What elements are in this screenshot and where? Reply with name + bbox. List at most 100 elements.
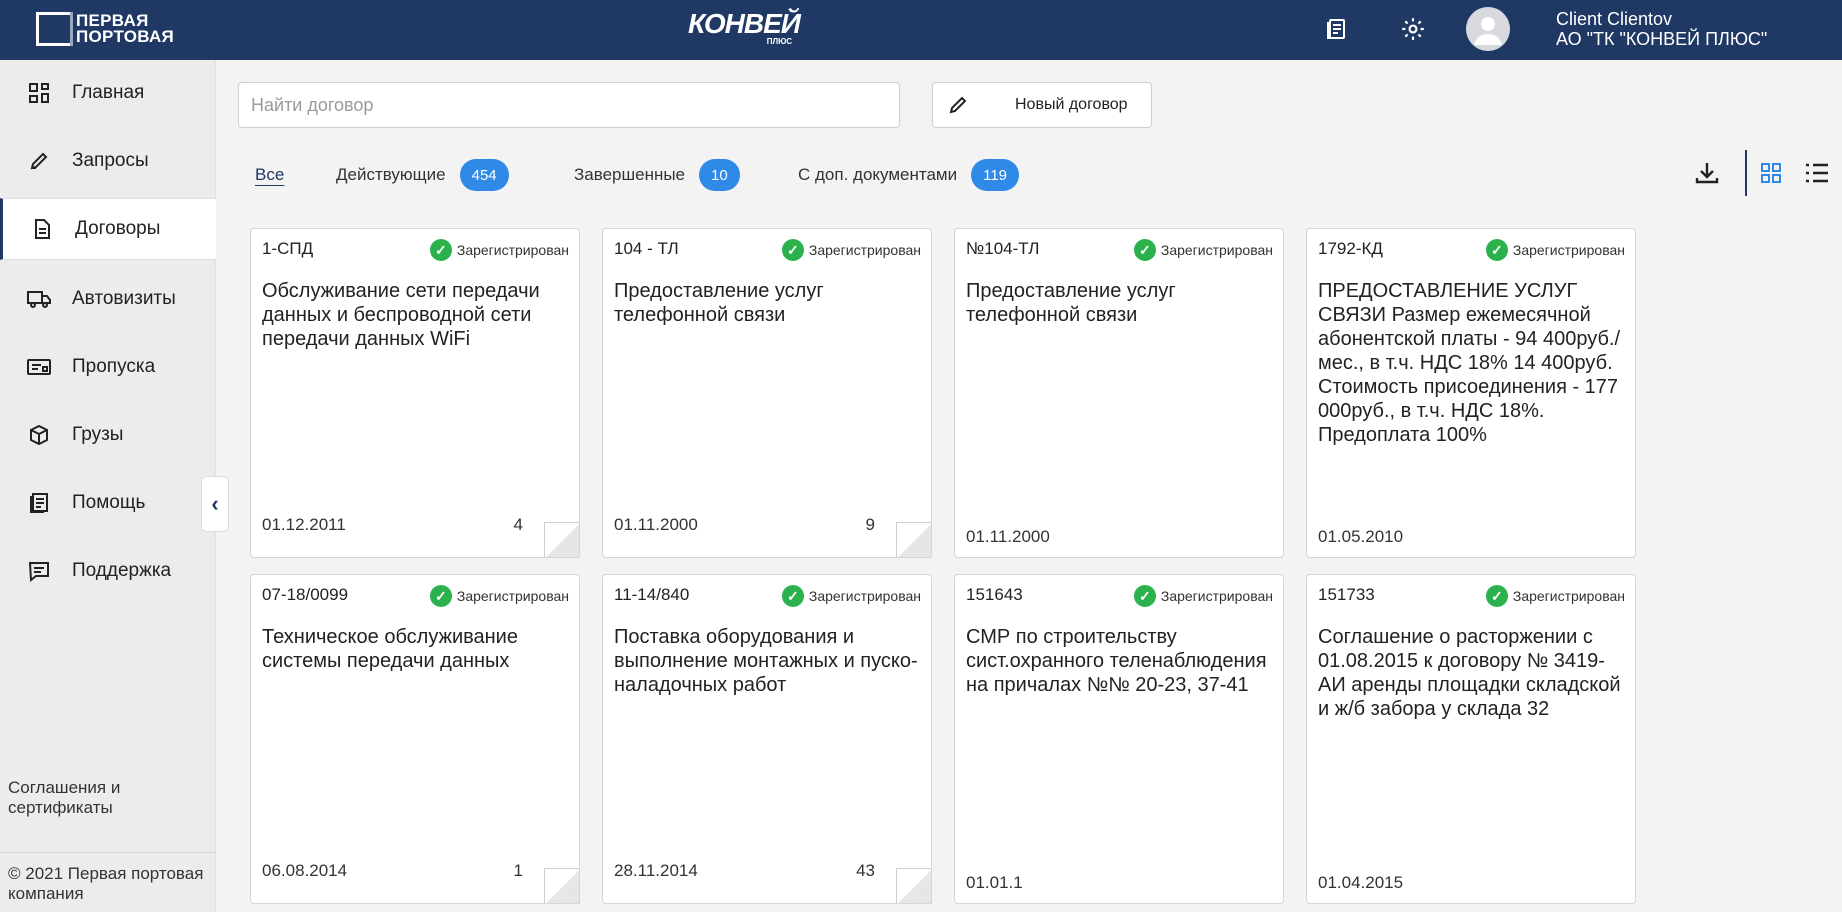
contract-number: 151643 bbox=[966, 585, 1023, 604]
chat-icon bbox=[26, 558, 52, 584]
contract-title: Техническое обслуживание системы передач… bbox=[262, 626, 518, 672]
user-name: Client Clientov bbox=[1556, 9, 1673, 29]
check-icon: ✓ bbox=[781, 239, 804, 261]
sidebar-item-label: Грузы bbox=[72, 424, 124, 445]
contract-card[interactable]: 1792-КД ✓ Зарегистрирован ПРЕДОСТАВЛЕНИЕ … bbox=[1306, 228, 1636, 558]
filter-label: Действующие bbox=[336, 165, 446, 184]
help-book-icon[interactable] bbox=[1322, 14, 1352, 44]
contract-date: 01.04.2015 bbox=[1318, 873, 1404, 892]
filter-label: С доп. документами bbox=[798, 165, 958, 184]
sidebar-item-cargo[interactable]: Грузы bbox=[0, 404, 216, 466]
status-badge: ✓ Зарегистрирован bbox=[429, 585, 569, 607]
documents-count: 9 bbox=[865, 515, 875, 534]
avatar[interactable] bbox=[1466, 7, 1510, 51]
grid-view-icon[interactable] bbox=[1754, 156, 1788, 190]
filter-active[interactable]: Действующие 454 bbox=[336, 158, 509, 192]
documents-count: 43 bbox=[856, 861, 875, 880]
sidebar: Главная Запросы Договоры Автовизиты Проп… bbox=[0, 60, 216, 912]
status-label: Зарегистрирован bbox=[808, 242, 921, 258]
status-label: Зарегистрирован bbox=[1512, 242, 1625, 258]
contract-card[interactable]: 07-18/0099 ✓ Зарегистрирован Техническое … bbox=[250, 574, 580, 904]
search-input[interactable] bbox=[238, 82, 900, 128]
status-badge: ✓ Зарегистрирован bbox=[781, 239, 921, 261]
box-icon bbox=[26, 422, 52, 448]
sidebar-item-label: Главная bbox=[72, 82, 145, 103]
status-badge: ✓ Зарегистрирован bbox=[1485, 239, 1625, 261]
contract-card[interactable]: 104 - ТЛ ✓ Зарегистрирован Предоставление… bbox=[602, 228, 932, 558]
contract-card[interactable]: 1-СПД ✓ Зарегистрирован Обслуживание сети… bbox=[250, 228, 580, 558]
new-contract-label: Новый договор bbox=[1015, 96, 1128, 113]
contract-card[interactable]: №104-ТЛ ✓ Зарегистрирован Предоставление … bbox=[954, 228, 1284, 558]
status-label: Зарегистрирован bbox=[456, 588, 569, 604]
gear-icon[interactable] bbox=[1398, 14, 1428, 44]
sidebar-item-label: Запросы bbox=[72, 150, 149, 171]
top-header: ПЕРВАЯ ПОРТОВАЯ КОНВЕЙ ПЛЮС Client Clien… bbox=[0, 0, 1842, 60]
contract-card[interactable]: 151643 ✓ Зарегистрирован СМР по строитель… bbox=[954, 574, 1284, 904]
sidebar-item-help[interactable]: Помощь bbox=[0, 472, 216, 534]
contract-number: 1-СПД bbox=[262, 239, 314, 258]
status-label: Зарегистрирован bbox=[456, 242, 569, 258]
count-badge: 119 bbox=[971, 159, 1020, 191]
user-company: АО "ТК "КОНВЕЙ ПЛЮС" bbox=[1556, 29, 1768, 49]
agreements-link[interactable]: Соглашения и сертификаты bbox=[8, 778, 198, 818]
contract-title: Поставка оборудования и выполнение монта… bbox=[614, 626, 918, 696]
filter-with-docs[interactable]: С доп. документами 119 bbox=[798, 158, 1020, 192]
partner-logo-main: КОНВЕЙ bbox=[688, 8, 801, 39]
status-badge: ✓ Зарегистрирован bbox=[781, 585, 921, 607]
new-contract-button[interactable]: Новый договор bbox=[932, 82, 1152, 128]
partner-logo-sub: ПЛЮС bbox=[766, 37, 792, 46]
contract-title: Обслуживание сети передачи данных и бесп… bbox=[262, 280, 540, 350]
docs-fold-icon[interactable] bbox=[544, 868, 579, 903]
check-icon: ✓ bbox=[429, 239, 452, 261]
collapse-sidebar-button[interactable]: ‹ bbox=[201, 476, 229, 532]
contract-date: 01.05.2010 bbox=[1318, 527, 1404, 546]
status-label: Зарегистрирован bbox=[1160, 588, 1273, 604]
sidebar-item-label: Договоры bbox=[75, 218, 161, 239]
docs-fold-icon[interactable] bbox=[896, 522, 931, 557]
contract-number: 1792-КД bbox=[1318, 239, 1383, 258]
check-icon: ✓ bbox=[1133, 239, 1156, 261]
sidebar-item-contracts[interactable]: Договоры bbox=[0, 198, 216, 260]
sidebar-item-label: Автовизиты bbox=[72, 288, 176, 309]
check-icon: ✓ bbox=[1133, 585, 1156, 607]
contract-number: 07-18/0099 bbox=[262, 585, 349, 604]
sidebar-item-requests[interactable]: Запросы bbox=[0, 130, 216, 192]
contract-number: 104 - ТЛ bbox=[614, 239, 679, 258]
document-icon bbox=[29, 216, 55, 242]
contract-title: Предоставление услуг телефонной связи bbox=[966, 280, 1176, 326]
check-icon: ✓ bbox=[1485, 585, 1508, 607]
docs-fold-icon[interactable] bbox=[896, 868, 931, 903]
pass-card-icon bbox=[26, 354, 52, 380]
check-icon: ✓ bbox=[1485, 239, 1508, 261]
contract-number: №104-ТЛ bbox=[966, 239, 1040, 258]
dashboard-icon bbox=[26, 80, 52, 106]
sidebar-item-home[interactable]: Главная bbox=[0, 62, 216, 124]
download-icon[interactable] bbox=[1690, 156, 1724, 190]
filter-label: Завершенные bbox=[574, 165, 686, 184]
status-label: Зарегистрирован bbox=[1512, 588, 1625, 604]
docs-fold-icon[interactable] bbox=[544, 522, 579, 557]
contract-card[interactable]: 11-14/840 ✓ Зарегистрирован Поставка обор… bbox=[602, 574, 932, 904]
pencil-icon bbox=[947, 94, 969, 121]
sidebar-item-passes[interactable]: Пропуска bbox=[0, 336, 216, 398]
status-badge: ✓ Зарегистрирован bbox=[1133, 239, 1273, 261]
pencil-icon bbox=[26, 148, 52, 174]
contract-date: 28.11.2014 bbox=[614, 861, 698, 880]
help-book-icon bbox=[26, 490, 52, 516]
status-badge: ✓ Зарегистрирован bbox=[429, 239, 569, 261]
sidebar-item-autovisits[interactable]: Автовизиты bbox=[0, 268, 216, 330]
documents-count: 4 bbox=[513, 515, 523, 534]
user-info[interactable]: Client Clientov АО "ТК "КОНВЕЙ ПЛЮС" bbox=[1556, 9, 1767, 49]
contract-card[interactable]: 151733 ✓ Зарегистрирован Соглашение о рас… bbox=[1306, 574, 1636, 904]
sidebar-item-support[interactable]: Поддержка bbox=[0, 540, 216, 602]
filter-all[interactable]: Все bbox=[255, 158, 284, 192]
contract-number: 11-14/840 bbox=[614, 585, 690, 604]
company-logo[interactable]: ПЕРВАЯ ПОРТОВАЯ bbox=[36, 12, 176, 46]
list-view-icon[interactable] bbox=[1800, 156, 1834, 190]
contract-date: 01.12.2011 bbox=[262, 515, 346, 534]
filter-label: Все bbox=[255, 165, 285, 184]
check-icon: ✓ bbox=[781, 585, 804, 607]
filter-completed[interactable]: Завершенные 10 bbox=[574, 158, 740, 192]
logo-bracket-icon bbox=[36, 12, 73, 46]
documents-count: 1 bbox=[513, 861, 523, 880]
